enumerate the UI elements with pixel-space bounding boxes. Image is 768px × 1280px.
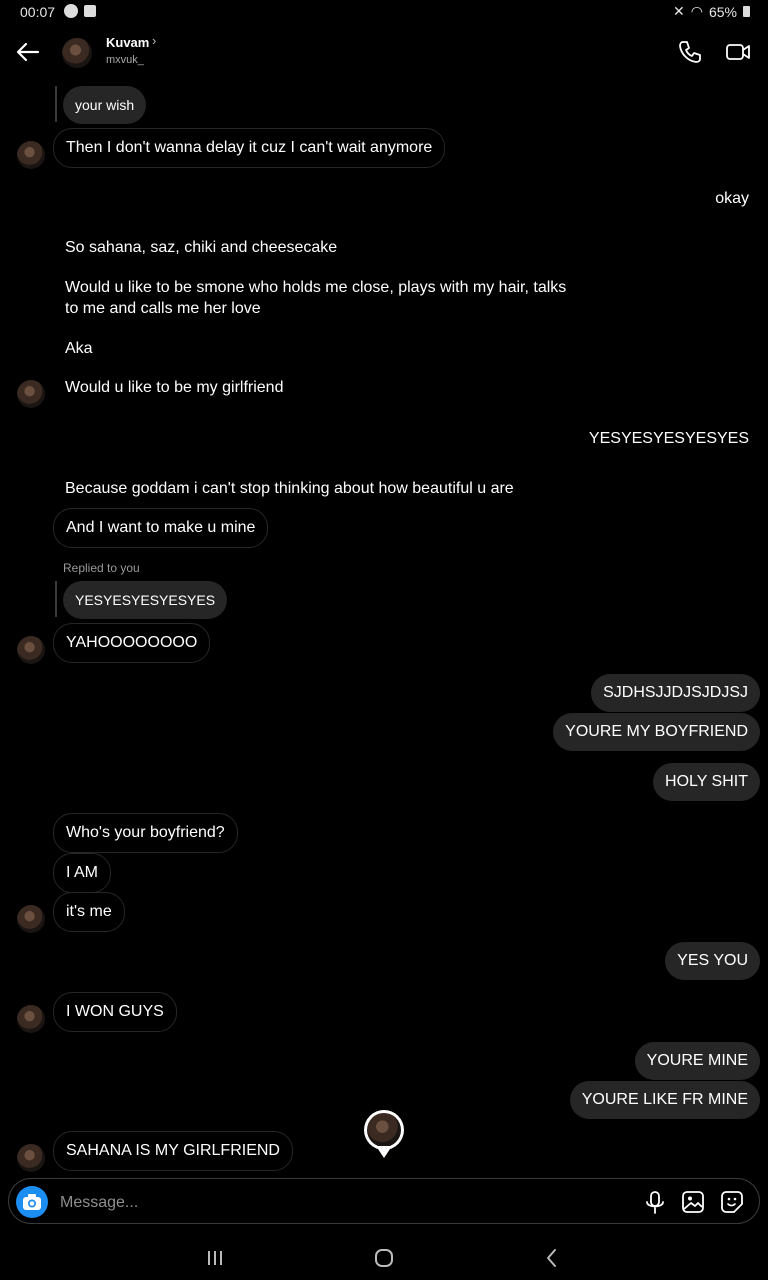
avatar[interactable]: [17, 141, 45, 169]
battery-icon: [743, 6, 750, 17]
message-bubble[interactable]: YAHOOOOOOOO: [53, 623, 211, 663]
battery-text: 65%: [708, 3, 737, 20]
contact-username: mxvuk_: [106, 54, 144, 66]
reply-label: Replied to you: [63, 561, 140, 575]
home-icon[interactable]: [374, 1248, 394, 1268]
message-bubble[interactable]: Then I don't wanna delay it cuz I can't …: [53, 128, 446, 168]
message-text[interactable]: So sahana, saz, chiki and cheesecake: [65, 237, 337, 258]
message-bubble[interactable]: SAHANA IS MY GIRLFRIEND: [53, 1131, 293, 1171]
message-bubble[interactable]: And I want to make u mine: [53, 508, 269, 548]
recent-apps-icon[interactable]: [205, 1249, 225, 1267]
message-text[interactable]: Because goddam i can't stop thinking abo…: [65, 478, 514, 499]
message-text[interactable]: Would u like to be smone who holds me cl…: [65, 277, 566, 298]
mute-icon: ✕: [673, 3, 685, 19]
message-text[interactable]: Would u like to be my girlfriend: [65, 377, 283, 398]
message-bubble[interactable]: I AM: [53, 853, 112, 893]
message-text[interactable]: YESYESYESYESYES: [589, 428, 749, 449]
seen-avatar: [364, 1110, 404, 1150]
video-call-icon[interactable]: [724, 38, 752, 66]
message-bubble[interactable]: YOURE MY BOYFRIEND: [553, 713, 760, 751]
avatar[interactable]: [17, 1005, 45, 1033]
message-bubble[interactable]: YES YOU: [665, 942, 760, 980]
reply-quote[interactable]: your wish: [63, 86, 147, 124]
back-icon[interactable]: [542, 1248, 562, 1268]
status-bar: 00:07 ✕ ◠ 65%: [0, 0, 768, 24]
message-text[interactable]: to me and calls me her love: [65, 298, 261, 319]
phone-icon[interactable]: [676, 38, 704, 66]
avatar[interactable]: [17, 905, 45, 933]
gallery-icon[interactable]: [681, 1190, 705, 1214]
microphone-icon[interactable]: [644, 1190, 666, 1216]
camera-button[interactable]: [16, 1186, 48, 1218]
sticker-icon[interactable]: [720, 1190, 744, 1214]
message-bubble[interactable]: Who's your boyfriend?: [53, 813, 238, 853]
message-bubble[interactable]: YOURE MINE: [634, 1042, 760, 1080]
avatar[interactable]: [62, 38, 92, 68]
contact-name[interactable]: Kuvam: [106, 35, 149, 50]
message-text[interactable]: Aka: [65, 338, 93, 359]
avatar[interactable]: [17, 636, 45, 664]
chat-header: Kuvam › mxvuk_: [0, 24, 768, 80]
wifi-icon: ◠: [690, 3, 703, 19]
status-time: 00:07: [20, 4, 56, 20]
reply-indicator: [55, 581, 57, 617]
back-arrow-icon[interactable]: [14, 38, 42, 66]
message-bubble[interactable]: HOLY SHIT: [653, 763, 760, 801]
chevron-right-icon[interactable]: ›: [152, 33, 156, 48]
avatar[interactable]: [17, 380, 45, 408]
message-text[interactable]: okay: [715, 188, 749, 209]
notification-icon: [84, 5, 96, 17]
reply-indicator: [55, 86, 57, 122]
reply-quote[interactable]: YESYESYESYESYES: [63, 581, 228, 619]
message-bubble[interactable]: YOURE LIKE FR MINE: [569, 1081, 760, 1119]
message-bubble[interactable]: it's me: [53, 892, 125, 932]
message-bubble[interactable]: SJDHSJJDJSJDJSJ: [591, 674, 760, 712]
spotify-icon: [64, 4, 78, 18]
pointer-icon: [376, 1146, 392, 1158]
message-input[interactable]: [58, 1190, 622, 1216]
message-bubble[interactable]: I WON GUYS: [53, 992, 177, 1032]
camera-icon: [23, 1194, 41, 1210]
avatar[interactable]: [17, 1144, 45, 1172]
navigation-bar: [0, 1230, 768, 1280]
